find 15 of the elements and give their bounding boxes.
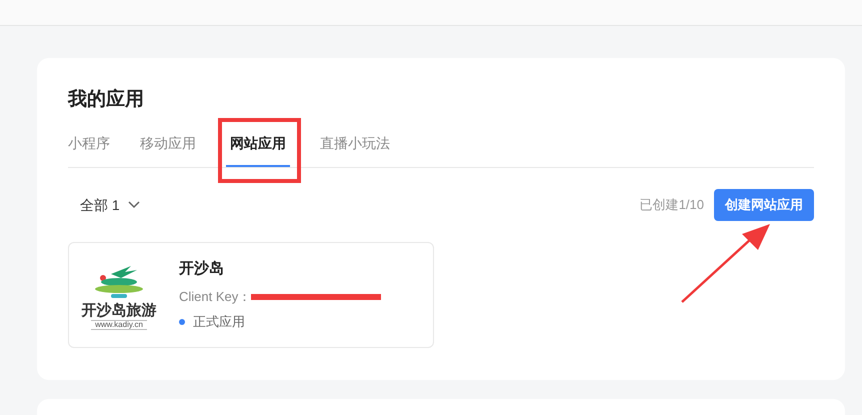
page-title: 我的应用: [68, 88, 145, 112]
status-text: 正式应用: [193, 313, 245, 332]
quota-text: 已创建1/10: [640, 196, 704, 214]
filter-dropdown[interactable]: 全部 1: [80, 194, 140, 216]
tab[interactable]: 小程序: [68, 122, 110, 167]
client-key-label: Client Key：: [179, 288, 252, 306]
app-card[interactable]: 开沙岛旅游 www.kadiy.cn 开沙岛 Client Key： 正式应用: [68, 242, 434, 348]
create-button[interactable]: 创建网站应用: [714, 189, 814, 221]
tab[interactable]: 移动应用: [140, 122, 196, 167]
logo-url: www.kadiy.cn: [91, 320, 147, 330]
tab[interactable]: 网站应用: [226, 122, 290, 167]
logo-text: 开沙岛旅游: [82, 302, 156, 318]
tab[interactable]: 直播小玩法: [320, 122, 390, 167]
chevron-down-icon: [128, 201, 140, 209]
app-name: 开沙岛: [179, 259, 225, 280]
